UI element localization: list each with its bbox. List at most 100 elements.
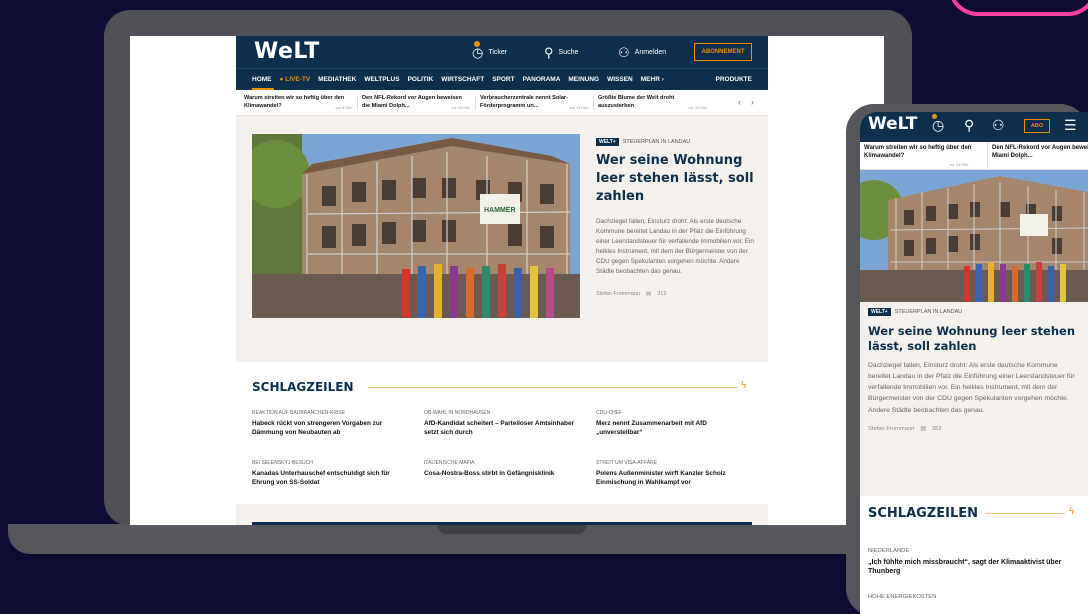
headline-kicker: OB-WAHL IN NORDHAUSEN (424, 410, 491, 416)
ticker-arrows: ‹ › (738, 97, 754, 107)
headline-title[interactable]: Cosa-Nostra-Boss stirbt in Gefängnisklin… (424, 470, 582, 479)
nav-item-live-tv[interactable]: ● LIVE-TV (280, 76, 311, 83)
headline-kicker: HOHE ENERGIEKOSTEN (868, 594, 937, 600)
ticker-item[interactable]: Warum streiten wir so heftig über den Kl… (240, 94, 358, 111)
nav-item-wissen[interactable]: WISSEN (607, 76, 633, 83)
headline-title[interactable]: „Ich fühlte mich missbraucht“, sagt der … (868, 558, 1080, 577)
building-photo (860, 170, 1088, 302)
headline-item[interactable]: HOHE ENERGIEKOSTEN (868, 594, 1080, 600)
weltplus-badge: WELT+ (596, 138, 619, 146)
hero-summary: Dachziegel fallen, Einsturz droht: Als e… (868, 361, 1075, 414)
headline-item[interactable]: CDU-CHEF Merz nennt Zusammenarbeit mit A… (596, 410, 754, 437)
nav-item-panorama[interactable]: PANORAMA (523, 76, 561, 83)
ticker-item-time: vor 10 Min. (451, 104, 471, 110)
ticker-item-text: Verbraucherzentrale nennt Solar-Förderpr… (480, 94, 568, 109)
headline-kicker: REAKTION AUF BAUBRANCHEN-KRISE (252, 410, 346, 416)
hero-image[interactable]: HAMMER (252, 134, 580, 318)
section-divider (985, 513, 1065, 514)
headline-item[interactable]: ITALIENISCHE MAFIA Cosa-Nostra-Boss stir… (424, 460, 582, 479)
nav-item-mediathek[interactable]: MEDIATHEK (318, 76, 356, 83)
headline-kicker: ITALIENISCHE MAFIA (424, 460, 475, 466)
user-icon[interactable]: ⚇ (992, 117, 1005, 134)
clock-icon: ◷ (472, 45, 484, 60)
clock-icon[interactable]: ◷ (932, 117, 944, 134)
main-nav: HOME ● LIVE-TV MEDIATHEK WELTPLUS POLITI… (236, 68, 768, 90)
headline-title[interactable]: Kanadas Unterhauschef entschuldigt sich … (252, 470, 410, 487)
subscribe-button[interactable]: ABO (1024, 119, 1050, 133)
comment-icon[interactable]: ▤ (920, 426, 925, 432)
page-wrapper: WeLT ◷ Ticker ⚲ Suche ⚇ Anmelden ABONNEM… (236, 36, 768, 525)
flash-icon: ϟ (741, 380, 747, 391)
headline-item[interactable]: REAKTION AUF BAUBRANCHEN-KRISE Habeck rü… (252, 410, 410, 437)
ticker-link[interactable]: ◷ Ticker (472, 46, 507, 59)
headline-kicker: STREIT UM VISA-AFFÄRE (596, 460, 658, 466)
laptop-notch (438, 524, 586, 534)
headline-item[interactable]: OB-WAHL IN NORDHAUSEN AfD-Kandidat schei… (424, 410, 582, 437)
hero-summary: Dachziegel fallen, Einsturz droht: Als e… (596, 217, 754, 275)
decorative-arc (948, 0, 1088, 16)
hero-author: Stefan Frommann (596, 290, 641, 297)
headline-kicker: BEI SELENSKYJ-BESUCH (252, 460, 313, 466)
ticker-item[interactable]: Den NFL-Rekord vor Augen beweisen die Mi… (358, 94, 476, 111)
hero-meta: Stefan Frommann ▤ 312 (596, 291, 756, 297)
ticker-item[interactable]: Den NFL-Rekord vor Augen beweisen die Mi… (988, 142, 1088, 169)
hero-image[interactable] (860, 170, 1088, 302)
search-icon: ⚲ (544, 45, 554, 60)
nav-item-produkte[interactable]: PRODUKTE (716, 76, 752, 83)
nav-item-mehr[interactable]: MEHR › (641, 76, 664, 83)
headlines-section: SCHLAGZEILEN ϟ REAKTION AUF BAUBRANCHEN-… (236, 362, 768, 504)
search-icon[interactable]: ⚲ (964, 117, 974, 134)
nav-item-meinung[interactable]: MEINUNG (568, 76, 599, 83)
comment-icon[interactable]: ▤ (646, 291, 651, 297)
sign-text: HAMMER (484, 207, 516, 214)
ticker-item-text: Den NFL-Rekord vor Augen beweisen die Mi… (362, 94, 462, 109)
phone-screen: WeLT ◷ ⚲ ⚇ ABO ☰ Warum streiten wir so h… (860, 112, 1088, 614)
hero-meta: Stefan Frommann ▤ 352 (868, 426, 1082, 432)
headline-title[interactable]: Habeck rückt von strengeren Vorgaben zur… (252, 420, 410, 437)
headline-item[interactable]: STREIT UM VISA-AFFÄRE Polens Außenminist… (596, 460, 754, 487)
headline-item[interactable]: BEI SELENSKYJ-BESUCH Kanadas Unterhausch… (252, 460, 410, 487)
section-title: SCHLAGZEILEN (868, 506, 978, 521)
hero-kicker: STEUERPLAN IN LANDAU (622, 139, 691, 145)
headline-kicker: CDU-CHEF (596, 410, 623, 416)
chevron-right-icon[interactable]: › (751, 97, 754, 107)
ticker-item[interactable]: Warum streiten wir so heftig über den Kl… (860, 142, 988, 169)
nav-item-home[interactable]: HOME (252, 76, 272, 83)
ticker-item-text: Warum streiten wir so heftig über den Kl… (864, 145, 972, 159)
headline-title[interactable]: Polens Außenminister wirft Kanzler Schol… (596, 470, 754, 487)
comment-count: 312 (657, 290, 667, 297)
ticker-item-time: vor 8 Min. (335, 104, 353, 110)
ticker-item[interactable]: Größte Blume der Welt droht auszusterben… (594, 95, 712, 110)
hero-author: Stefan Frommann (868, 425, 915, 432)
headlines-section: SCHLAGZEILEN ϟ NIEDERLANDE „Ich fühlte m… (860, 496, 1088, 614)
welt-logo[interactable]: WeLT (868, 114, 917, 134)
nav-item-weltplus[interactable]: WELTPLUS (364, 76, 399, 83)
headline-title[interactable]: AfD-Kandidat scheitert – Parteiloser Amt… (424, 420, 582, 437)
headline-item[interactable]: NIEDERLANDE „Ich fühlte mich missbraucht… (868, 548, 1080, 577)
login-link[interactable]: ⚇ Anmelden (618, 46, 666, 59)
search-link[interactable]: ⚲ Suche (544, 46, 578, 59)
ticker-item-text: Warum streiten wir so heftig über den Kl… (244, 94, 345, 109)
nav-item-politik[interactable]: POLITIK (408, 76, 434, 83)
hero-headline[interactable]: Wer seine Wohnung leer stehen lässt, sol… (596, 152, 756, 207)
headline-title[interactable]: Merz nennt Zusammenarbeit mit AfD „unver… (596, 420, 754, 437)
subscribe-button[interactable]: ABONNEMENT (694, 43, 752, 61)
ticker-label: Ticker (488, 49, 508, 56)
welt-logo[interactable]: WeLT (254, 39, 320, 64)
ticker-item-time: vor 11 Min. (569, 104, 590, 110)
laptop-screen: WeLT ◷ Ticker ⚲ Suche ⚇ Anmelden ABONNEM… (130, 36, 884, 525)
hamburger-icon[interactable]: ☰ (1064, 117, 1077, 134)
hero-headline[interactable]: Wer seine Wohnung leer stehen lässt, sol… (868, 324, 1082, 354)
nav-item-sport[interactable]: SPORT (492, 76, 514, 83)
building-photo: HAMMER (252, 134, 580, 318)
ticker-item[interactable]: Verbraucherzentrale nennt Solar-Förderpr… (476, 94, 594, 111)
ticker-item-text: Den NFL-Rekord vor Augen beweisen die Mi… (992, 145, 1088, 159)
hero-teaser[interactable]: WELT+ STEUERPLAN IN LANDAU Wer seine Woh… (868, 308, 1082, 432)
headline-kicker: NIEDERLANDE (868, 548, 910, 554)
flash-icon: ϟ (1069, 506, 1075, 517)
chevron-left-icon[interactable]: ‹ (738, 97, 741, 107)
nav-item-wirtschaft[interactable]: WIRTSCHAFT (441, 76, 484, 83)
next-section-edge (252, 522, 752, 525)
hero-teaser[interactable]: WELT+ STEUERPLAN IN LANDAU Wer seine Woh… (596, 138, 756, 297)
ticker-item-text: Größte Blume der Welt droht auszusterben (598, 94, 675, 109)
